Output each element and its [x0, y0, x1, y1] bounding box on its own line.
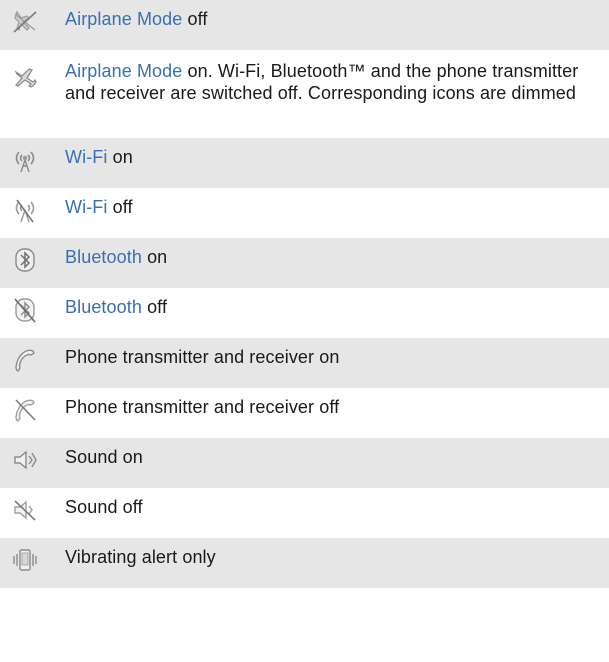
airplane-mode-off-icon [0, 0, 50, 50]
row-link[interactable]: Bluetooth [65, 297, 142, 317]
table-row: Vibrating alert only [0, 538, 609, 588]
table-row: Sound off [0, 488, 609, 538]
bluetooth-on-icon [0, 238, 50, 288]
row-description: Sound off [65, 496, 599, 518]
row-description: Wi-Fi off [65, 196, 599, 218]
sound-on-icon [0, 438, 50, 488]
row-text: off [141, 297, 168, 317]
row-description: Sound on [65, 446, 599, 468]
row-description: Bluetooth on [65, 246, 599, 268]
table-row: Bluetooth off [0, 288, 609, 338]
sound-off-icon [0, 488, 50, 538]
table-row: Wi-Fi on [0, 138, 609, 188]
phone-off-icon [0, 388, 50, 438]
row-description: Vibrating alert only [65, 546, 599, 568]
row-link[interactable]: Wi-Fi [65, 197, 107, 217]
table-row: Airplane Mode on. Wi-Fi, Bluetooth™ and … [0, 50, 609, 138]
vibrating-alert-icon [0, 538, 50, 588]
row-link[interactable]: Bluetooth [65, 247, 142, 267]
table-row: Bluetooth on [0, 238, 609, 288]
wifi-off-icon [0, 188, 50, 238]
row-text: off [107, 197, 133, 217]
phone-on-icon [0, 338, 50, 388]
row-text: Phone transmitter and receiver off [65, 397, 340, 417]
row-description: Phone transmitter and receiver on [65, 346, 599, 368]
airplane-mode-on-icon [0, 50, 50, 138]
row-text: Sound on [65, 447, 143, 467]
row-link[interactable]: Airplane Mode [65, 61, 182, 81]
row-text: Phone transmitter and receiver on [65, 347, 340, 367]
row-link[interactable]: Airplane Mode [65, 9, 182, 29]
row-description: Bluetooth off [65, 296, 599, 318]
row-text: Vibrating alert only [65, 547, 216, 567]
row-text: Sound off [65, 497, 143, 517]
table-row: Phone transmitter and receiver off [0, 388, 609, 438]
table-row: Sound on [0, 438, 609, 488]
row-text: off [182, 9, 208, 29]
table-row: Phone transmitter and receiver on [0, 338, 609, 388]
row-description: Airplane Mode off [65, 8, 599, 30]
table-row: Airplane Mode off [0, 0, 609, 50]
wifi-on-icon [0, 138, 50, 188]
bluetooth-off-icon [0, 288, 50, 338]
row-description: Airplane Mode on. Wi-Fi, Bluetooth™ and … [65, 60, 599, 104]
row-text: on [141, 247, 168, 267]
table-row: Wi-Fi off [0, 188, 609, 238]
row-description: Phone transmitter and receiver off [65, 396, 599, 418]
row-description: Wi-Fi on [65, 146, 599, 168]
row-link[interactable]: Wi-Fi [65, 147, 107, 167]
row-text: on [107, 147, 133, 167]
